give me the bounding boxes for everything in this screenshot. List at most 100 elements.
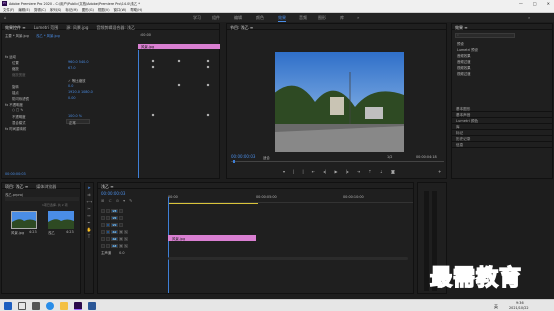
ec-playhead[interactable] — [138, 50, 139, 178]
keyframe[interactable] — [177, 59, 181, 63]
effects-search-input[interactable] — [455, 33, 515, 38]
eye-icon[interactable] — [119, 222, 123, 227]
selection-tool-icon[interactable]: ➤ — [87, 185, 92, 190]
add-button-icon[interactable]: + — [438, 169, 441, 174]
ripple-edit-tool-icon[interactable]: ⟷ — [87, 199, 93, 204]
prop-anti-flicker-value[interactable]: 0.00 — [68, 96, 76, 100]
search-icon[interactable]: ⌕ — [528, 15, 530, 20]
snap-icon[interactable]: ⊂ — [108, 198, 111, 203]
timeline-playhead[interactable] — [168, 197, 169, 293]
lift-icon[interactable]: ⇡ — [368, 169, 371, 174]
folder-lumetri-presets[interactable]: Lumetri 预设 — [457, 47, 478, 52]
track-target[interactable] — [106, 215, 110, 220]
track-target[interactable] — [106, 243, 110, 248]
menu-sequence[interactable]: 序列(S) — [50, 7, 62, 12]
lock-icon[interactable] — [101, 236, 105, 241]
tab-media-browser[interactable]: 媒体浏览器 — [36, 184, 56, 189]
workspace-color[interactable]: 颜色 — [256, 15, 264, 21]
hand-tool-icon[interactable]: ✋ — [87, 227, 92, 232]
more-workspaces-icon[interactable]: » — [357, 15, 359, 20]
clip-landscape[interactable]: 风景.jpg — [168, 235, 256, 241]
menu-file[interactable]: 文件(F) — [3, 7, 14, 12]
prop-scale-value[interactable]: 67.0 — [68, 66, 76, 70]
premiere-taskbar-icon[interactable] — [74, 302, 82, 310]
track-target[interactable] — [106, 229, 110, 234]
file-explorer-icon[interactable] — [60, 302, 68, 310]
ec-timecode[interactable]: 00:00:00:03 — [5, 172, 26, 176]
maximize-button[interactable]: □ — [533, 1, 537, 6]
workspace-effects[interactable]: 效果 — [278, 15, 286, 22]
go-to-in-icon[interactable]: ⇤ — [312, 169, 315, 174]
thumbnail-landscape[interactable] — [11, 211, 37, 229]
keyframe[interactable] — [206, 83, 210, 87]
eye-icon[interactable] — [119, 215, 123, 220]
workspace-assembly[interactable]: 组件 — [212, 15, 220, 21]
clock-time[interactable]: 9:36 — [516, 301, 524, 305]
workspace-libraries[interactable]: 库 — [340, 15, 344, 21]
keyframe[interactable] — [151, 65, 155, 69]
prop-anchor-value[interactable]: 1920.0 1080.0 — [68, 90, 93, 94]
clock-date[interactable]: 2021/10/22 — [509, 306, 529, 310]
work-area-bar[interactable] — [168, 203, 258, 204]
mute-button[interactable]: M — [119, 243, 123, 248]
track-target[interactable] — [106, 208, 110, 213]
keyframe[interactable] — [151, 113, 155, 117]
windows-start-icon[interactable] — [4, 302, 12, 310]
word-taskbar-icon[interactable] — [88, 302, 96, 310]
track-label[interactable]: A1 — [111, 229, 118, 234]
edge-browser-icon[interactable] — [46, 302, 54, 310]
pen-tool-icon[interactable]: ✒ — [87, 220, 92, 225]
tab-project[interactable]: 项目: 浅乙 ≡ — [5, 184, 28, 189]
solo-button[interactable]: S — [124, 243, 128, 248]
prop-opacity-value[interactable]: 100.0 % — [68, 114, 82, 118]
track-select-tool-icon[interactable]: ⇉ — [87, 192, 92, 197]
timeline-timecode[interactable]: 00:00:00:03 — [101, 191, 125, 196]
tab-lumetri-scopes[interactable]: Lumetri 范围 — [34, 25, 59, 30]
workspace-edit[interactable]: 编辑 — [234, 15, 242, 21]
solo-button[interactable]: S — [124, 229, 128, 234]
workspace-learn[interactable]: 学习 — [193, 15, 201, 21]
menu-view[interactable]: 视图(V) — [98, 7, 110, 12]
program-scrubber[interactable] — [231, 161, 444, 162]
fit-select[interactable]: 适合 — [263, 155, 270, 160]
folder-audio-transitions[interactable]: 音频过渡 — [457, 59, 471, 64]
add-marker-icon[interactable]: ▾ — [123, 198, 125, 203]
tab-audio-mixer[interactable]: 音频剪辑混合器: 浅乙 — [96, 25, 135, 30]
track-target[interactable] — [106, 236, 110, 241]
timeline-zoom-scrollbar[interactable] — [168, 257, 408, 260]
tab-source[interactable]: 源: 风景.jpg — [66, 25, 88, 30]
go-to-out-icon[interactable]: ⇥ — [357, 169, 360, 174]
play-icon[interactable]: ▶ — [334, 169, 337, 174]
mask-tools[interactable]: ○ □ ✎ — [12, 108, 23, 112]
type-tool-icon[interactable]: T — [87, 234, 92, 239]
lock-icon[interactable] — [101, 243, 105, 248]
prop-rotation-value[interactable]: 0.0 — [68, 84, 73, 88]
close-button[interactable]: ✕ — [547, 1, 550, 6]
lock-icon[interactable] — [101, 222, 105, 227]
mark-in-icon[interactable]: ▾ — [283, 169, 285, 174]
menu-window[interactable]: 窗口(W) — [114, 7, 127, 12]
menu-help[interactable]: 帮助(H) — [130, 7, 142, 12]
eye-icon[interactable] — [119, 208, 123, 213]
workspace-audio[interactable]: 音频 — [299, 15, 307, 21]
tab-timeline[interactable]: 浅乙 ≡ — [101, 184, 114, 189]
mark-clip-icon[interactable]: | — [302, 169, 303, 174]
razor-tool-icon[interactable]: ✂ — [87, 206, 92, 211]
menu-graphics[interactable]: 图形(G) — [82, 7, 94, 12]
track-target[interactable] — [106, 222, 110, 227]
blend-mode-select[interactable]: 正常 — [66, 119, 90, 125]
keyframe[interactable] — [206, 113, 210, 117]
sequence-clip-label[interactable]: 浅乙 * 风景.jpg — [36, 33, 60, 38]
folder-presets[interactable]: 预设 — [457, 41, 464, 46]
thumbnail-sequence[interactable] — [48, 211, 74, 229]
track-label[interactable]: A3 — [111, 243, 118, 248]
workspace-graphics[interactable]: 图形 — [318, 15, 326, 21]
track-label[interactable]: V2 — [111, 215, 118, 220]
input-language[interactable]: 英 — [494, 304, 498, 310]
keyframe[interactable] — [177, 83, 181, 87]
folder-video-transitions[interactable]: 视频过渡 — [457, 71, 471, 76]
timeline-ruler[interactable]: 00:00 00:00:05:00 00:00:10:00 — [168, 193, 413, 203]
folder-video-effects[interactable]: 视频效果 — [457, 65, 471, 70]
master-volume[interactable]: 0.0 — [119, 251, 124, 255]
lock-icon[interactable] — [101, 215, 105, 220]
